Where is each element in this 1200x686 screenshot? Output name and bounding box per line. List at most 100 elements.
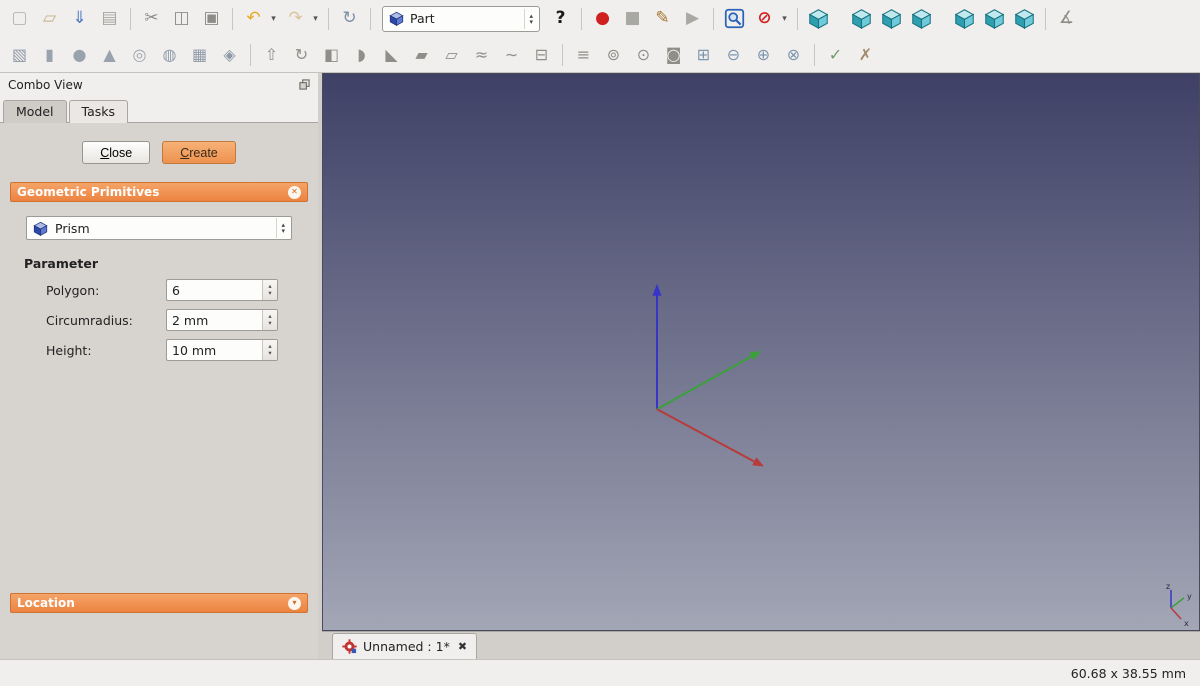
measure-icon[interactable]: ∡ [1053,5,1080,32]
refresh-icon[interactable]: ↻ [336,5,363,32]
fillet-icon[interactable]: ◗ [348,41,375,68]
select-arrows[interactable]: ▴ ▾ [276,218,289,238]
svg-text:y: y [1187,592,1192,601]
spinbox-value[interactable]: 10 mm [167,340,262,360]
union-icon[interactable]: ⊕ [750,41,777,68]
workbench-selector-arrows[interactable]: ▴ ▾ [524,8,537,29]
new-document-icon[interactable]: ▢ [6,5,33,32]
workbench-selector[interactable]: Part ▴ ▾ [382,5,540,32]
create-button[interactable]: Create [162,141,236,164]
cone-icon[interactable]: ▲ [96,41,123,68]
document-tab[interactable]: Unnamed : 1* ✖ [332,633,478,659]
loft-icon[interactable]: ≈ [468,41,495,68]
fit-all-icon[interactable] [721,5,748,32]
extrude-icon[interactable]: ⇧ [258,41,285,68]
cut-icon[interactable]: ✂ [138,5,165,32]
expand-section-icon[interactable]: ▾ [288,596,301,610]
spin-buttons[interactable]: ▴ ▾ [262,310,277,330]
location-header[interactable]: Location ▾ [10,593,308,613]
location-title: Location [17,596,75,610]
section-icon[interactable]: ⊟ [528,41,555,68]
save-icon[interactable]: ⇓ [66,5,93,32]
defeaturing-icon[interactable]: ✗ [852,41,879,68]
torus-icon[interactable]: ◎ [126,41,153,68]
sphere-icon[interactable]: ● [66,41,93,68]
tab-tasks[interactable]: Tasks [68,100,129,123]
revolve-icon[interactable]: ↻ [288,41,315,68]
spinbox-value[interactable]: 6 [167,280,262,300]
whatsthis-icon[interactable]: ? [547,5,574,32]
3d-viewport[interactable]: z y x [322,73,1200,631]
macro-record-icon[interactable]: ● [589,5,616,32]
boolean-icon[interactable]: ⊞ [690,41,717,68]
primitive-type-select[interactable]: Prism ▴ ▾ [26,216,292,240]
geometric-primitives-header[interactable]: Geometric Primitives ✕ [10,182,308,202]
draw-style-dropdown[interactable]: ▾ [779,14,790,24]
document-tab-label: Unnamed : 1* [363,639,450,654]
float-panel-icon[interactable] [299,79,310,90]
mirror-icon[interactable]: ◧ [318,41,345,68]
combo-view-title: Combo View [8,77,83,92]
shape-builder-icon[interactable]: ◈ [216,41,243,68]
create-primitives-icon[interactable]: ▦ [186,41,213,68]
ruled-surface-icon[interactable]: ▱ [438,41,465,68]
parameter-fields: Polygon: 6 ▴ ▾ Circumradius: 2 mm ▴ ▾ He… [26,279,292,361]
top-view-icon[interactable] [878,5,905,32]
paste-icon[interactable]: ▣ [198,5,225,32]
toolbar-separator [814,43,815,66]
cylinder-icon[interactable]: ▮ [36,41,63,68]
bottom-view-icon[interactable] [981,5,1008,32]
toolbar-separator [797,7,798,30]
tab-model[interactable]: Model [3,100,67,123]
toolbar-separator [328,7,329,30]
geometric-primitives-title: Geometric Primitives [17,185,160,199]
undo-icon[interactable]: ↶ [240,5,267,32]
cross-sections-icon[interactable]: ≡ [570,41,597,68]
spin-buttons[interactable]: ▴ ▾ [262,280,277,300]
intersection-icon[interactable]: ⊗ [780,41,807,68]
check-geometry-icon[interactable]: ✓ [822,41,849,68]
part-workbench-icon [389,11,404,26]
thickness-icon[interactable]: ◙ [660,41,687,68]
sweep-icon[interactable]: ∼ [498,41,525,68]
spin-buttons[interactable]: ▴ ▾ [262,340,277,360]
make-face-icon[interactable]: ▰ [408,41,435,68]
offset-2d-icon[interactable]: ⊙ [630,41,657,68]
toolbar-separator [232,7,233,30]
macro-play-icon[interactable]: ▶ [679,5,706,32]
svg-text:x: x [1184,619,1189,628]
front-view-icon[interactable] [848,5,875,32]
tube-icon[interactable]: ◍ [156,41,183,68]
macro-edit-icon[interactable]: ✎ [649,5,676,32]
box-icon[interactable]: ▧ [6,41,33,68]
axonometric-view-icon[interactable] [805,5,832,32]
workbench-selector-value: Part [410,11,435,26]
parameter-heading: Parameter [24,256,98,271]
open-icon[interactable]: ▱ [36,5,63,32]
origin-axes: z y x [652,283,1192,628]
macro-stop-icon[interactable]: ■ [619,5,646,32]
toolbar-separator [1045,7,1046,30]
right-view-icon[interactable] [908,5,935,32]
close-document-icon[interactable]: ✖ [458,640,467,653]
rear-view-icon[interactable] [951,5,978,32]
boolean-cut-icon[interactable]: ⊖ [720,41,747,68]
parameter-spinbox[interactable]: 6 ▴ ▾ [166,279,278,301]
close-button[interactable]: Close [82,141,151,164]
parameter-spinbox[interactable]: 2 mm ▴ ▾ [166,309,278,331]
collapse-section-icon[interactable]: ✕ [288,185,301,199]
primitive-type-value: Prism [55,220,90,236]
redo-icon[interactable]: ↷ [282,5,309,32]
redo-dropdown[interactable]: ▾ [310,14,321,24]
undo-dropdown[interactable]: ▾ [268,14,279,24]
parameter-spinbox[interactable]: 10 mm ▴ ▾ [166,339,278,361]
spinbox-value[interactable]: 2 mm [167,310,262,330]
print-icon[interactable]: ▤ [96,5,123,32]
chamfer-icon[interactable]: ◣ [378,41,405,68]
parameter-label: Circumradius: [46,312,133,328]
copy-icon[interactable]: ◫ [168,5,195,32]
draw-style-icon[interactable]: ⊘ [751,5,778,32]
left-view-icon[interactable] [1011,5,1038,32]
offset-3d-icon[interactable]: ⊚ [600,41,627,68]
parameter-row: Circumradius: 2 mm ▴ ▾ [46,309,278,331]
